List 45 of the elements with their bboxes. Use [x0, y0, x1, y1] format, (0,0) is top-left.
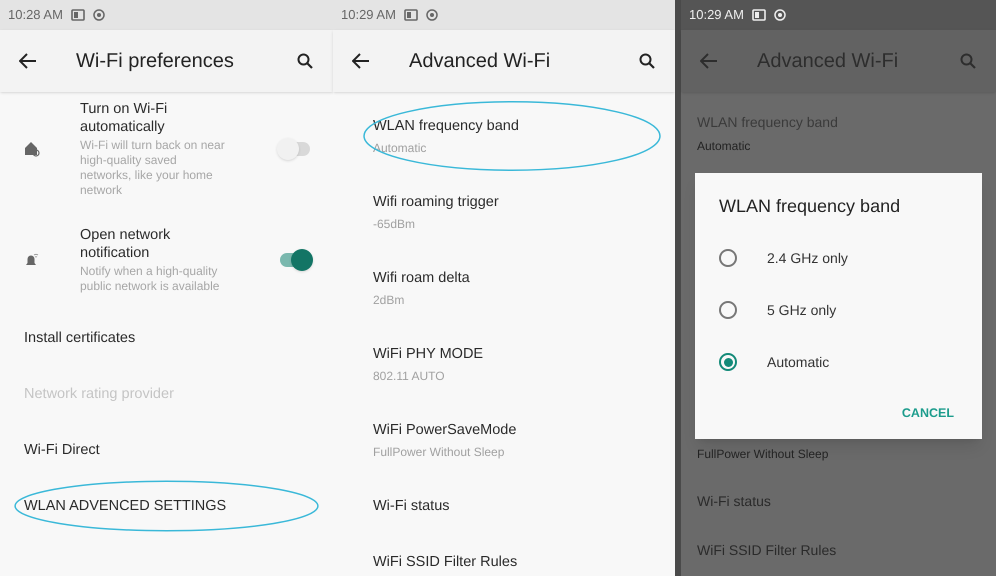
- option-label: 2.4 GHz only: [767, 248, 848, 268]
- setting-title[interactable]: Wifi roaming trigger: [373, 192, 651, 212]
- setting-summary: Automatic: [373, 140, 428, 156]
- setting-title[interactable]: Install certificates: [24, 328, 309, 348]
- setting-title[interactable]: WLAN frequency band: [373, 116, 651, 136]
- circle-icon: [426, 9, 438, 21]
- back-arrow-icon: [19, 53, 37, 69]
- circle-icon: [774, 9, 786, 21]
- setting-title[interactable]: WiFi PHY MODE: [373, 344, 651, 364]
- setting-title[interactable]: WiFi PowerSaveMode: [373, 420, 651, 440]
- setting-summary: FullPower Without Sleep: [697, 446, 830, 463]
- status-time: 10:28 AM: [8, 6, 63, 24]
- setting-title: Open network notification: [80, 226, 172, 262]
- screen-title: Wi-Fi preferences: [76, 49, 235, 74]
- setting-summary: Automatic: [697, 138, 752, 155]
- setting-title: Turn on Wi-Fi automatically: [80, 100, 168, 136]
- option-label: Automatic: [767, 352, 830, 372]
- search-icon: [639, 53, 655, 69]
- setting-title[interactable]: Wi-Fi Direct: [24, 440, 309, 460]
- setting-title: Wi-Fi status: [697, 492, 772, 511]
- setting-summary: 802.11 AUTO: [373, 368, 446, 384]
- bell-icon: [24, 252, 40, 268]
- setting-summary: Notify when a high-quality public network is available: [80, 264, 220, 294]
- setting-summary: FullPower Without Sleep: [373, 444, 506, 460]
- status-time: 10:29 AM: [689, 6, 744, 24]
- home-icon: [24, 141, 40, 157]
- search-icon: [297, 53, 313, 69]
- setting-summary: 2dBm: [373, 292, 406, 308]
- status-time: 10:29 AM: [341, 6, 396, 24]
- radio-button[interactable]: [719, 353, 737, 371]
- screen-title: Advanced Wi-Fi: [409, 49, 552, 74]
- circle-icon: [92, 9, 105, 21]
- search-icon: [960, 53, 976, 69]
- back-arrow-icon: [700, 53, 718, 69]
- setting-title: WiFi SSID Filter Rules: [697, 540, 838, 560]
- dialog-title: WLAN frequency band: [719, 195, 902, 218]
- option-label: 5 GHz only: [767, 300, 836, 320]
- radio-button[interactable]: [719, 249, 737, 267]
- setting-title[interactable]: Wifi roam delta: [373, 268, 651, 288]
- setting-summary: -65dBm: [373, 216, 416, 232]
- setting-title[interactable]: WiFi SSID Filter Rules: [373, 552, 651, 572]
- setting-title[interactable]: Wi-Fi status: [373, 496, 651, 516]
- radio-button[interactable]: [719, 301, 737, 319]
- back-arrow-icon: [352, 53, 370, 69]
- setting-summary: Wi-Fi will turn back on near high-quality saved networks, like your home network: [80, 138, 226, 198]
